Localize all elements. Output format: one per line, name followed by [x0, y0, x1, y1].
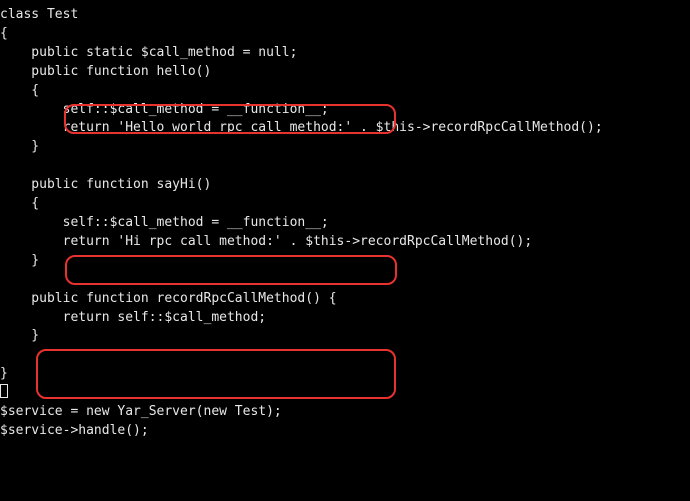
code-line: }	[0, 253, 39, 268]
code-line: return 'Hello world rpc call method:' . …	[0, 120, 603, 135]
code-line: self::$call_method = __function__;	[0, 215, 329, 230]
code-line: {	[0, 83, 39, 98]
code-line: public static $call_method = null;	[0, 45, 297, 60]
code-block: class Test { public static $call_method …	[0, 0, 690, 447]
code-line: }	[0, 139, 39, 154]
text-cursor	[0, 384, 8, 398]
code-line: public function recordRpcCallMethod() {	[0, 291, 337, 306]
code-line: return 'Hi rpc call method:' . $this->re…	[0, 234, 532, 249]
code-line: return self::$call_method;	[0, 310, 266, 325]
code-line: self::$call_method = __function__;	[0, 102, 329, 117]
code-line: public function hello()	[0, 64, 211, 79]
code-line: {	[0, 196, 39, 211]
code-line: {	[0, 26, 8, 41]
code-line: $service->handle();	[0, 423, 149, 438]
code-line: }	[0, 328, 39, 343]
code-line: }	[0, 366, 8, 381]
code-line: class Test	[0, 7, 78, 22]
code-line	[0, 385, 8, 400]
code-line: $service = new Yar_Server(new Test);	[0, 404, 282, 419]
code-line: public function sayHi()	[0, 177, 211, 192]
